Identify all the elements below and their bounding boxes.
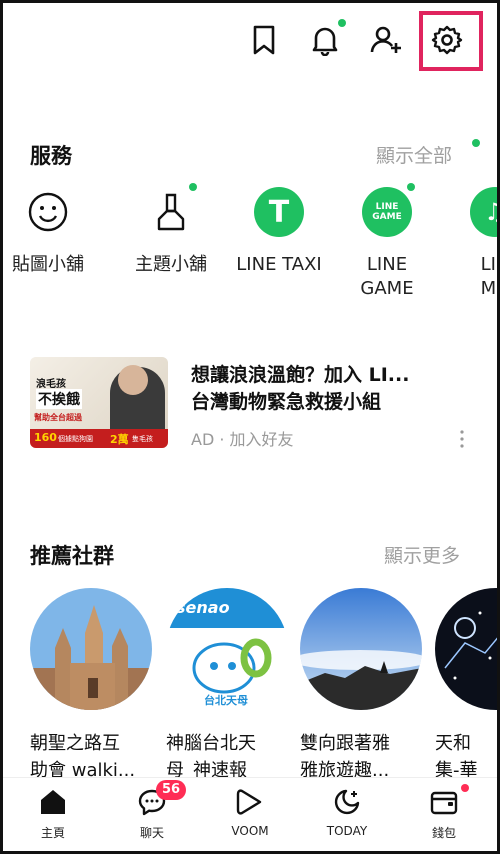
ad-subtitle[interactable]: AD · 加入好友 (191, 426, 294, 450)
service-item-line-game[interactable]: LINE GAME LINE GAME (332, 183, 442, 301)
community-image (300, 588, 422, 710)
smiley-icon (19, 183, 77, 241)
community-logo-text: senao (176, 598, 230, 617)
services-title: 服務 (30, 144, 72, 168)
add-friend-icon[interactable] (366, 20, 406, 60)
settings-highlight-box (419, 11, 483, 71)
ad-thumb-line: 浪毛孩 (36, 379, 66, 390)
service-label: 貼圖小舖 (12, 254, 84, 275)
bell-icon[interactable] (305, 19, 346, 60)
bookmark-icon[interactable] (244, 20, 284, 60)
community-name: 朝聖之路互 助會 walki... (30, 733, 136, 781)
chat-icon: 56 (112, 780, 192, 818)
service-item-themes[interactable]: 主題小舖 (116, 183, 226, 277)
community-card[interactable]: 朝聖之路互 助會 walki... (30, 588, 155, 784)
nav-label: 錢包 (431, 826, 456, 840)
line-game-icon: LINE GAME (358, 183, 416, 241)
community-name: 神腦台北天 母_神速報 (166, 733, 256, 781)
new-dot (407, 183, 415, 191)
nav-chat[interactable]: 56 聊天 (112, 780, 192, 841)
service-label: LIN MU (480, 254, 500, 299)
communities-title: 推薦社群 (30, 544, 114, 568)
community-logo-caption: 台北天母 (204, 694, 248, 707)
unread-badge: 56 (156, 780, 186, 800)
nav-today[interactable]: TODAY (307, 786, 387, 838)
new-dot (189, 183, 197, 191)
ad-thumb-line: 160 (34, 431, 57, 444)
community-card[interactable]: 雙向跟著雅 雅旅遊趣... (300, 588, 425, 784)
ad-thumb-line: 2萬 (110, 433, 129, 446)
more-options-icon[interactable] (455, 428, 469, 450)
today-icon (307, 786, 387, 818)
nav-wallet[interactable]: 錢包 (404, 784, 484, 841)
ad-thumb-line: 個據點狗園 (58, 435, 93, 443)
ad-title[interactable]: 想讓浪浪溫飽？加入 LI... 台灣動物緊急救援小組 (191, 362, 451, 416)
music-icon: ♫ (466, 183, 500, 241)
nav-label: TODAY (326, 824, 368, 838)
new-dot (461, 784, 469, 792)
taxi-icon: T (250, 183, 308, 241)
nav-label: 主頁 (40, 826, 65, 840)
community-name: 天和 集-華 (435, 733, 478, 781)
notification-dot (338, 19, 346, 27)
ad-thumb-line: 幫助全台超過 (34, 413, 82, 422)
line-game-glyph: LINE GAME (362, 187, 412, 237)
home-icon (13, 786, 93, 818)
ad-thumb-line: 隻毛孩 (132, 435, 153, 443)
service-label: 主題小舖 (135, 254, 207, 275)
wallet-icon (404, 784, 484, 818)
music-glyph: ♫ (470, 187, 500, 237)
community-card[interactable]: senao 台北天母 神腦台北天 母_神速報 (166, 588, 291, 784)
services-new-dot (472, 139, 480, 147)
community-image (435, 588, 500, 710)
community-card[interactable]: 天和 集-華 (435, 588, 500, 784)
brush-icon (142, 183, 200, 241)
taxi-glyph: T (254, 187, 304, 237)
nav-voom[interactable]: VOOM (210, 786, 290, 838)
ad-thumb-line: 不挨餓 (36, 389, 82, 409)
service-item-line-taxi[interactable]: T LINE TAXI (224, 183, 334, 277)
community-image: senao 台北天母 (166, 588, 288, 710)
ad-thumbnail[interactable]: 浪毛孩 不挨餓 幫助全台超過 160 個據點狗園 2萬 隻毛孩 (30, 357, 168, 448)
service-item-line-music[interactable]: ♫ LIN MU (440, 183, 500, 301)
service-label: LINE TAXI (236, 254, 322, 275)
bottom-nav: 主頁 56 聊天 VOOM TODAY 錢包 (0, 777, 500, 855)
communities-show-more-link[interactable]: 顯示更多 (384, 541, 460, 568)
community-image (30, 588, 152, 710)
service-item-stickers[interactable]: 貼圖小舖 (0, 183, 103, 277)
services-show-all-link[interactable]: 顯示全部 (376, 141, 452, 168)
service-label: LINE GAME (360, 254, 414, 299)
community-name: 雙向跟著雅 雅旅遊趣... (300, 733, 390, 781)
voom-icon (210, 786, 290, 818)
nav-home[interactable]: 主頁 (13, 786, 93, 841)
nav-label: 聊天 (139, 826, 164, 840)
nav-label: VOOM (231, 824, 269, 838)
